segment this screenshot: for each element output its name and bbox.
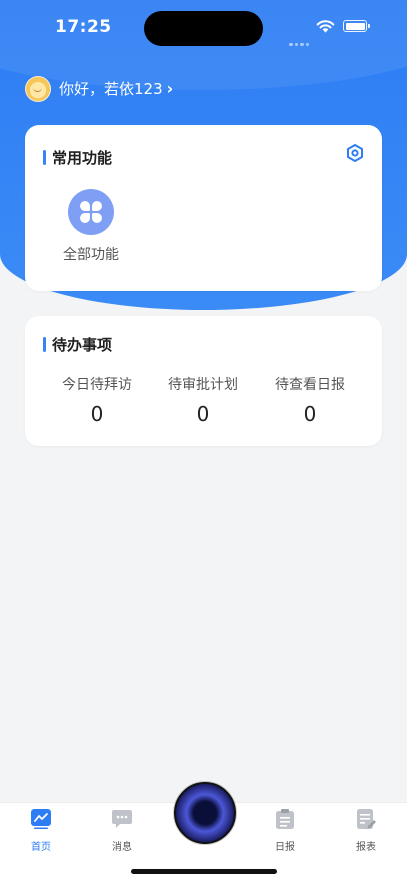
greeting-link[interactable]: 你好，若依123 ›: [25, 75, 173, 102]
report-icon: [357, 809, 376, 829]
home-indicator: [131, 869, 277, 874]
status-time: 17:25: [55, 17, 112, 37]
todo-item-pending-plans[interactable]: 待审批计划 0: [148, 374, 258, 426]
todo-label: 待审批计划: [168, 377, 238, 393]
tab-home[interactable]: 首页: [21, 809, 61, 853]
message-icon: [112, 810, 132, 828]
greeting-text: 你好，若依123: [59, 80, 163, 98]
wifi-icon: [316, 20, 335, 33]
tab-daily-report[interactable]: 日报: [265, 809, 305, 853]
todo-title: 待办事项: [43, 334, 112, 355]
todo-item-daily-reports[interactable]: 待查看日报 0: [255, 374, 365, 426]
tab-reports[interactable]: 报表: [346, 809, 386, 853]
tab-home-label: 首页: [31, 842, 51, 853]
common-functions-card: 常用功能 全部功能: [25, 125, 382, 291]
common-functions-title-text: 常用功能: [52, 149, 113, 167]
all-functions-label: 全部功能: [63, 247, 119, 263]
all-functions-button[interactable]: 全部功能: [61, 189, 121, 264]
todo-label: 今日待拜访: [62, 377, 132, 393]
todo-label: 待查看日报: [275, 377, 345, 393]
common-functions-title: 常用功能: [43, 147, 112, 168]
settings-hexagon-icon[interactable]: [346, 144, 364, 162]
todo-item-visits-today[interactable]: 今日待拜访 0: [42, 374, 152, 426]
tab-reports-label: 报表: [356, 842, 376, 853]
todo-count: 0: [196, 402, 210, 426]
center-orb-button[interactable]: [174, 782, 236, 844]
tab-messages[interactable]: 消息: [102, 809, 142, 853]
dynamic-island: [144, 11, 263, 46]
chevron-right-icon: ›: [166, 79, 174, 98]
todo-count: 0: [303, 402, 317, 426]
title-accent-bar: [43, 337, 46, 352]
avatar: [25, 75, 51, 102]
status-bar: 17:25: [0, 0, 407, 56]
todo-card: 待办事项 今日待拜访 0 待审批计划 0 待查看日报 0: [25, 316, 382, 446]
battery-icon: [343, 20, 370, 32]
title-accent-bar: [43, 150, 46, 165]
tab-messages-label: 消息: [112, 842, 132, 853]
clipboard-icon: [276, 809, 294, 829]
four-leaf-grid-icon: [68, 189, 114, 235]
tab-daily-report-label: 日报: [275, 842, 295, 853]
todo-count: 0: [90, 402, 104, 426]
home-chart-icon: [31, 809, 51, 829]
signal-dots-icon: [289, 31, 311, 46]
todo-title-text: 待办事项: [52, 336, 113, 354]
